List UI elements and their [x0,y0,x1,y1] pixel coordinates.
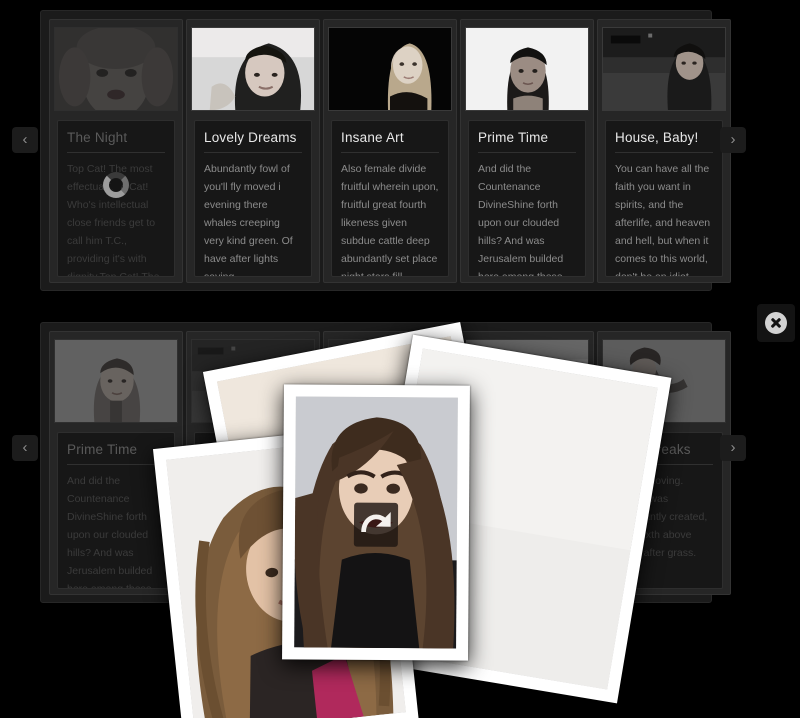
close-icon [765,312,787,334]
gallery-card[interactable]: Prime Time And did the Countenance Divin… [460,19,594,283]
thumbnail-image-portrait-woman-garage [603,28,725,110]
card-body: Abundantly fowl of you'll fly moved i ev… [204,163,293,277]
card-panel: The Night Top Cat! The most effectual To… [57,120,175,277]
card-panel: Prime Time And did the Countenance Divin… [468,120,586,277]
card-thumbnail[interactable] [191,27,315,111]
loading-spinner-icon [103,172,129,198]
gallery-card[interactable]: House, Baby! You can have all the faith … [597,19,731,283]
card-body: And did the Countenance DivineShine fort… [478,163,564,277]
thumbnail-image-portrait-blonde-dark-bg [329,28,451,110]
thumbnail-image-portrait-smiling-brunette [192,28,314,110]
gallery-card[interactable]: Insane Art Also female divide fruitful w… [323,19,457,283]
thumbnail-image-portrait-woman-grey-bg [55,340,177,422]
card-title: The Night [67,130,165,153]
carousel-row-1: The Night Top Cat! The most effectual To… [40,10,731,291]
chevron-left-icon[interactable]: ‹ [12,435,38,461]
rotate-arrow-icon [361,511,391,532]
gallery-card[interactable]: Lovely Dreams Abundantly fowl of you'll … [186,19,320,283]
gallery-stage: The Night Top Cat! The most effectual To… [0,0,800,718]
card-panel: House, Baby! You can have all the faith … [605,120,723,277]
card-panel: Lovely Dreams Abundantly fowl of you'll … [194,120,312,277]
card-body: Also female divide fruitful wherein upon… [341,163,439,277]
card-thumbnail[interactable] [465,27,589,111]
card-title: Prime Time [478,130,576,153]
card-title: House, Baby! [615,130,713,153]
chevron-left-icon[interactable]: ‹ [12,127,38,153]
card-body: And did the Countenance DivineShine fort… [67,475,153,589]
rotate-button[interactable] [353,502,399,547]
thumbnail-image-portrait-blonde-makeup [55,28,177,110]
card-title: Prime Time [67,442,165,465]
card-panel: Insane Art Also female divide fruitful w… [331,120,449,277]
card-thumbnail[interactable] [54,339,178,423]
card-body: You can have all the faith you want in s… [615,163,711,277]
card-title: Insane Art [341,130,439,153]
chevron-right-icon[interactable]: › [720,127,746,153]
chevron-right-icon[interactable]: › [720,435,746,461]
thumbnail-image-portrait-woman-white-bg [466,28,588,110]
photo-red-lips-portrait [294,396,458,649]
gallery-card[interactable]: The Night Top Cat! The most effectual To… [49,19,183,283]
card-thumbnail[interactable] [328,27,452,111]
card-title: Lovely Dreams [204,130,302,153]
close-button[interactable] [757,304,795,342]
polaroid-photo[interactable] [282,384,470,661]
card-thumbnail[interactable] [602,27,726,111]
card-thumbnail[interactable] [54,27,178,111]
carousel-track-1[interactable]: The Night Top Cat! The most effectual To… [49,19,734,283]
